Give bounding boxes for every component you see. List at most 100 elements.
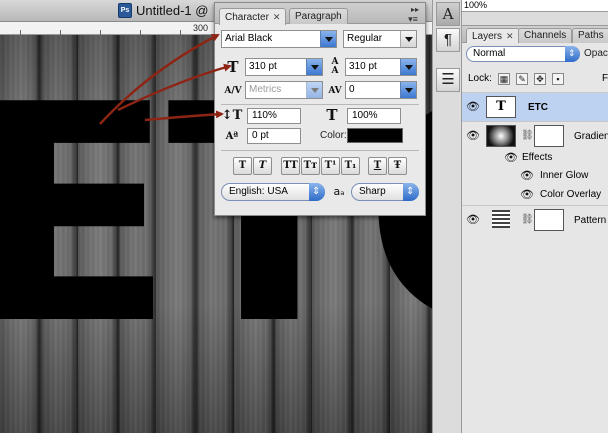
link-icon[interactable]: ⛓ [521, 213, 534, 227]
ruler-tick [180, 30, 181, 35]
character-panel-tabs: Character ✕ Paragraph ▸▸ ▾≡ [215, 3, 425, 25]
divider [221, 104, 419, 105]
horizontal-scale-icon: T [326, 106, 338, 124]
layer-effect-name: Effects [522, 152, 553, 163]
layer-mask-thumbnail [534, 209, 564, 231]
close-icon[interactable]: ✕ [506, 31, 514, 41]
lock-position-icon[interactable]: ✥ [534, 73, 546, 85]
layer-name[interactable]: Gradien [574, 130, 608, 144]
tracking-icon: AV [328, 86, 342, 96]
font-family-select[interactable]: Arial Black [221, 30, 337, 48]
ruler-tick [100, 30, 101, 35]
panel-menu-icon[interactable]: ▾≡ [405, 15, 421, 24]
ruler-tick [60, 30, 61, 35]
lock-all-icon[interactable]: ▪ [552, 73, 564, 85]
kerning-icon: A/V [224, 86, 242, 96]
font-size-icon: T [227, 58, 239, 76]
vertical-scale-field[interactable]: 110% [247, 108, 301, 124]
tracking-field[interactable]: 0 [345, 81, 417, 99]
panel-header-strip [462, 12, 608, 26]
previous-panel-readout: 100% [462, 0, 608, 12]
subscript-button[interactable]: T₁ [341, 157, 360, 175]
notes-panel-button[interactable]: ☰ [436, 68, 460, 92]
dropdown-arrow-icon [565, 46, 580, 62]
character-panel-button[interactable]: A [436, 2, 460, 26]
lock-pixels-icon[interactable]: ✎ [516, 73, 528, 85]
paragraph-panel-button[interactable]: ¶ [436, 28, 460, 52]
dropdown-arrow-icon [400, 82, 416, 98]
lock-label: Lock: [468, 73, 492, 84]
photoshop-doc-icon: Ps [118, 3, 132, 18]
eye-icon[interactable]: 👁 [466, 213, 480, 227]
small-caps-button[interactable]: Tт [301, 157, 320, 175]
font-style-select[interactable]: Regular [343, 30, 417, 48]
ruler-tick [20, 30, 21, 35]
vertical-scale-icon: ↕T [221, 108, 243, 123]
dropdown-arrow-icon [309, 183, 325, 201]
dropdown-arrow-icon [403, 183, 419, 201]
horizontal-scale-field[interactable]: 100% [347, 108, 401, 124]
tab-character[interactable]: Character ✕ [219, 8, 287, 25]
superscript-button[interactable]: T¹ [321, 157, 340, 175]
tab-paths[interactable]: Paths [572, 28, 608, 43]
document-title[interactable]: Untitled-1 @ [136, 1, 208, 21]
effects-row[interactable]: 👁 Effects [462, 149, 608, 167]
gradient-thumbnail [486, 125, 516, 147]
language-select[interactable]: English: USA [221, 183, 325, 201]
blend-mode-select[interactable]: Normal [466, 46, 580, 62]
layer-effect-name: Inner Glow [540, 170, 589, 181]
dropdown-arrow-icon [306, 82, 322, 98]
opacity-label: Opaci [584, 48, 608, 59]
baseline-shift-field[interactable]: 0 pt [247, 128, 301, 144]
panel-dock-strip: A ¶ ☰ [432, 0, 462, 433]
character-panel: Character ✕ Paragraph ▸▸ ▾≡ Arial Black R… [214, 2, 426, 216]
collapse-icon[interactable]: ▸▸ [411, 5, 419, 14]
divider [221, 150, 419, 151]
underline-button[interactable]: T [368, 157, 387, 175]
effect-row-color-overlay[interactable]: 👁 Color Overlay [462, 186, 608, 205]
eye-icon[interactable]: 👁 [520, 188, 534, 202]
layer-row-etc[interactable]: 👁 T ETC [462, 92, 608, 121]
tab-channels[interactable]: Channels [518, 28, 573, 43]
layer-effect-name: Color Overlay [540, 189, 602, 200]
baseline-shift-icon: Aª [225, 131, 239, 142]
antialias-select[interactable]: Sharp [351, 183, 419, 201]
eye-icon[interactable]: 👁 [520, 169, 534, 183]
eye-icon[interactable]: 👁 [466, 129, 480, 143]
faux-bold-button[interactable]: T [233, 157, 252, 175]
leading-icon: AA [331, 57, 339, 76]
ruler-label: 300 [193, 23, 209, 33]
color-label: Color: [320, 130, 347, 141]
layer-name[interactable]: Pattern [574, 214, 606, 228]
tab-layers[interactable]: Layers ✕ [466, 28, 520, 43]
eye-icon[interactable]: 👁 [466, 100, 480, 114]
layers-panel: 100% Layers✕ Channels Paths Normal Opaci… [462, 0, 608, 433]
close-icon[interactable]: ✕ [273, 12, 281, 22]
antialias-icon: aₐ [333, 185, 345, 198]
leading-field[interactable]: 310 pt [345, 58, 417, 76]
text-layer-thumbnail: T [486, 96, 516, 118]
layer-mask-thumbnail [534, 125, 564, 147]
lock-transparency-icon[interactable]: ▦ [498, 73, 510, 85]
dropdown-arrow-icon [400, 31, 416, 47]
eye-icon[interactable]: 👁 [504, 151, 518, 165]
kerning-select[interactable]: Metrics [245, 81, 323, 99]
ruler-tick [140, 30, 141, 35]
lock-row: Lock: ▦ ✎ ✥ ▪ F [462, 68, 608, 90]
fill-label: F [602, 73, 608, 84]
text-color-swatch[interactable] [347, 128, 403, 143]
dropdown-arrow-icon [400, 59, 416, 75]
layers-panel-tabs: Layers ✕ Channels Paths [462, 26, 608, 43]
faux-italic-button[interactable]: T [253, 157, 272, 175]
layer-name[interactable]: ETC [528, 101, 548, 115]
dropdown-arrow-icon [320, 31, 336, 47]
font-size-field[interactable]: 310 pt [245, 58, 323, 76]
all-caps-button[interactable]: TT [281, 157, 300, 175]
pattern-thumbnail [492, 210, 510, 228]
link-icon[interactable]: ⛓ [521, 129, 534, 143]
layer-row-pattern[interactable]: 👁 ⛓ Pattern [462, 205, 608, 233]
strikethrough-button[interactable]: Ŧ [388, 157, 407, 175]
tab-paragraph[interactable]: Paragraph [289, 8, 348, 24]
layer-row-gradient[interactable]: 👁 ⛓ Gradien [462, 121, 608, 149]
effect-row-inner-glow[interactable]: 👁 Inner Glow [462, 167, 608, 186]
